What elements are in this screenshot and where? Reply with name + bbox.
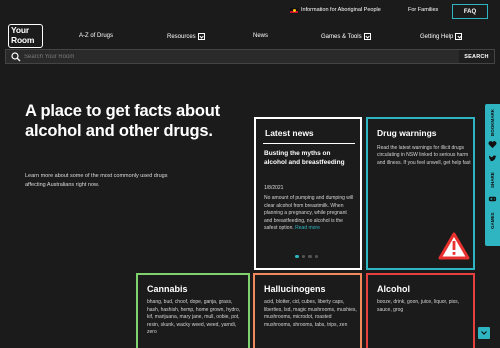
nav-item-label: News <box>253 33 269 39</box>
drug-warnings-card[interactable]: Drug warnings Read the latest warnings f… <box>366 117 475 270</box>
nav-item-games-tools[interactable]: Games & Tools <box>321 33 371 40</box>
alcohol-title: Alcohol <box>377 284 410 294</box>
chevron-down-icon <box>481 331 487 335</box>
drug-warnings-title: Drug warnings <box>377 128 437 138</box>
latest-news-card[interactable]: Latest news Busting the myths on alcohol… <box>254 117 362 270</box>
twitter-icon[interactable] <box>488 154 497 163</box>
aboriginal-flag-icon <box>290 8 298 13</box>
cannabis-title: Cannabis <box>147 284 188 294</box>
cannabis-card[interactable]: Cannabis bhang, bud, choof, dope, ganja,… <box>136 273 250 348</box>
alcohol-card[interactable]: Alcohol booze, drink, goon, juice, liquo… <box>366 273 475 348</box>
aboriginal-info-link[interactable]: Information for Aboriginal People <box>301 7 381 13</box>
search-bar: SEARCH <box>5 49 495 64</box>
hero-subtitle: Learn more about some of the most common… <box>25 173 168 188</box>
side-toolbar: BOOKMARK SHARE GAMES <box>485 104 500 246</box>
your-room-logo[interactable]: Your Room <box>8 24 43 48</box>
logo-line-2: Room <box>11 34 35 45</box>
chevron-down-icon <box>455 33 463 40</box>
cannabis-street-names: bhang, bud, choof, dope, ganja, grass, h… <box>147 299 241 336</box>
heart-icon[interactable] <box>488 140 497 149</box>
news-date: 1/8/2021 <box>264 185 284 191</box>
carousel-dot[interactable] <box>314 254 318 258</box>
carousel-dot[interactable] <box>308 254 312 258</box>
hallucinogens-street-names: acid, blotter, cid, cubes, liberty caps,… <box>264 299 357 328</box>
hero-title: A place to get facts about alcohol and o… <box>25 102 220 140</box>
search-icon <box>11 52 21 62</box>
scroll-down-button[interactable] <box>478 327 490 339</box>
search-button[interactable]: SEARCH <box>459 50 494 63</box>
bookmark-label[interactable]: BOOKMARK <box>487 108 498 138</box>
nav-item-label: Getting Help <box>420 33 454 40</box>
nav-item-news[interactable]: News <box>253 33 268 39</box>
nav-item-label: A-Z of Drugs <box>79 33 114 39</box>
chevron-down-icon <box>197 33 205 40</box>
nav-item-getting-help[interactable]: Getting Help <box>420 33 463 40</box>
faq-button[interactable]: FAQ <box>452 4 488 19</box>
share-label[interactable]: SHARE <box>487 168 498 192</box>
nav-item-a-z-of-drugs[interactable]: A-Z of Drugs <box>79 33 113 39</box>
divider <box>263 143 355 144</box>
alcohol-street-names: booze, drink, goon, juice, liquor, piss,… <box>377 299 459 313</box>
chevron-down-icon <box>363 33 371 40</box>
latest-news-title: Latest news <box>265 128 314 138</box>
hallucinogens-title: Hallucinogens <box>264 284 326 294</box>
games-icon[interactable] <box>488 194 497 203</box>
nav-item-label: Resources <box>167 33 196 40</box>
warning-triangle-icon <box>438 232 470 260</box>
carousel-dot[interactable] <box>301 254 305 258</box>
families-link[interactable]: For Families <box>408 7 438 13</box>
drug-warnings-body: Read the latest warnings for illicit dru… <box>377 145 471 166</box>
search-input[interactable] <box>24 51 454 63</box>
hallucinogens-card[interactable]: Hallucinogens acid, blotter, cid, cubes,… <box>253 273 362 348</box>
carousel-dots <box>295 254 318 258</box>
utility-bar: Information for Aboriginal People For Fa… <box>0 0 500 22</box>
news-headline[interactable]: Busting the myths on alcohol and breastf… <box>264 149 354 167</box>
games-label[interactable]: GAMES <box>487 208 498 234</box>
carousel-dot[interactable] <box>295 254 299 258</box>
read-more-link[interactable]: Read more <box>295 225 320 231</box>
nav-item-resources[interactable]: Resources <box>167 33 205 40</box>
nav-item-label: Games & Tools <box>321 33 362 40</box>
news-summary: No amount of pumping and dumping will cl… <box>264 195 356 233</box>
